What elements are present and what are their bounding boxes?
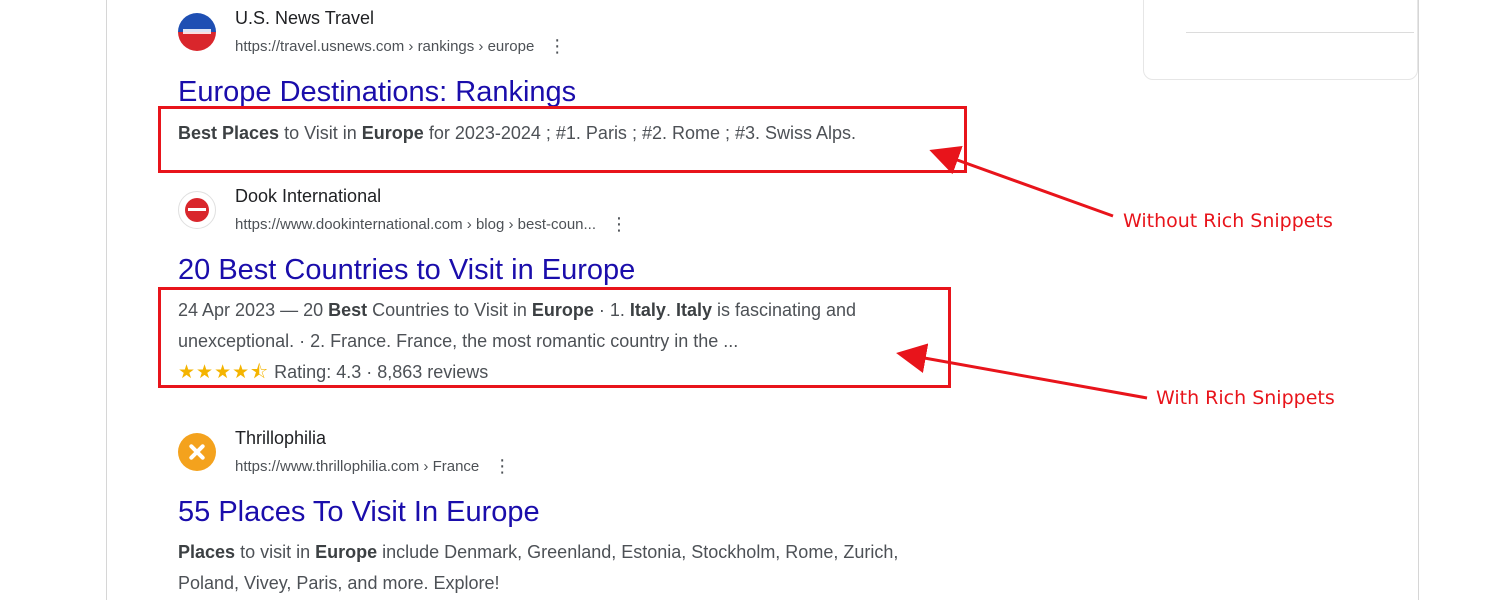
more-options-icon[interactable]: ⋮ — [610, 214, 628, 234]
more-options-icon[interactable]: ⋮ — [548, 36, 566, 56]
site-name: Thrillophilia — [235, 428, 327, 448]
snippet-text: include Denmark, Greenland, Estonia, Sto… — [377, 542, 899, 562]
snippet-text: Poland, Vivey, Paris, and more. Explore! — [178, 573, 500, 593]
more-options-icon[interactable]: ⋮ — [493, 456, 511, 476]
site-name: U.S. News Travel — [235, 8, 375, 28]
snippet-bold-term: Places — [178, 542, 236, 562]
side-panel-divider — [1186, 32, 1414, 33]
usnews-logo-icon — [178, 13, 216, 51]
result-title-link[interactable]: 20 Best Countries to Visit in Europe — [178, 252, 856, 288]
right-frame-border — [1418, 0, 1419, 600]
left-frame-border — [106, 0, 107, 600]
with-rich-snippets-label: With Rich Snippets — [1156, 387, 1335, 409]
result-snippet: Places to visit in Europe include Denmar… — [178, 537, 898, 599]
thrillophilia-logo-icon — [178, 433, 216, 471]
result-site-header[interactable]: Thrillophilia https://www.thrillophilia.… — [178, 428, 898, 480]
snippet-text: to visit in — [235, 542, 316, 562]
side-panel-card — [1143, 0, 1418, 80]
without-rich-snippets-highlight-box — [158, 106, 967, 173]
site-url: https://www.dookinternational.com › blog… — [235, 213, 628, 234]
site-url-text: https://www.thrillophilia.com › France — [235, 458, 480, 475]
snippet-bold-term: Europe — [315, 542, 378, 562]
result-title-link[interactable]: 55 Places To Visit In Europe — [178, 494, 898, 530]
dook-logo-icon — [178, 191, 216, 229]
with-rich-snippets-highlight-box — [158, 287, 951, 388]
site-url: https://travel.usnews.com › rankings › e… — [235, 35, 566, 56]
snippet-line: Poland, Vivey, Paris, and more. Explore! — [178, 568, 898, 599]
result-site-header[interactable]: U.S. News Travel https://travel.usnews.c… — [178, 8, 856, 60]
site-url-text: https://travel.usnews.com › rankings › e… — [235, 38, 535, 55]
site-url: https://www.thrillophilia.com › France ⋮ — [235, 455, 511, 476]
result-site-header[interactable]: Dook International https://www.dookinter… — [178, 186, 856, 238]
snippet-line: Places to visit in Europe include Denmar… — [178, 537, 898, 568]
site-url-text: https://www.dookinternational.com › blog… — [235, 216, 597, 233]
result-title-link[interactable]: Europe Destinations: Rankings — [178, 74, 856, 110]
without-rich-snippets-label: Without Rich Snippets — [1123, 210, 1333, 232]
search-result: Thrillophilia https://www.thrillophilia.… — [178, 428, 898, 599]
site-name: Dook International — [235, 186, 382, 206]
